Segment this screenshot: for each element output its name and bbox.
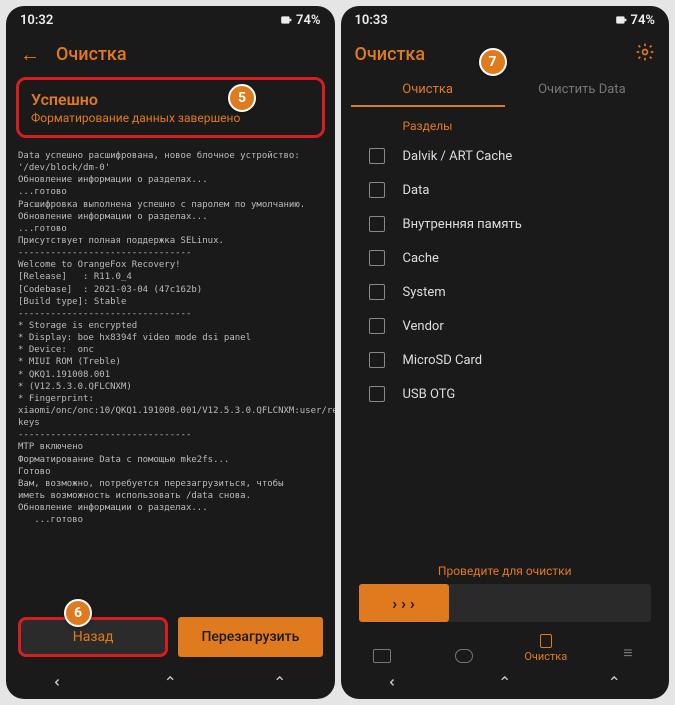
list-item[interactable]: System xyxy=(359,275,652,309)
back-button[interactable]: Назад xyxy=(18,617,168,657)
annotation-badge-5: 5 xyxy=(228,84,256,112)
reboot-button[interactable]: Перезагрузить xyxy=(178,617,322,657)
bottom-tab-menu[interactable]: ≡ xyxy=(598,643,658,663)
page-title: Очистка xyxy=(56,44,127,65)
gear-icon[interactable] xyxy=(635,42,655,66)
nav-home-icon[interactable]: ⌃ xyxy=(164,673,177,692)
nav-menu-icon[interactable]: ⌄ xyxy=(386,675,405,688)
swipe-slider[interactable]: › › › xyxy=(359,584,652,622)
checkbox-icon[interactable] xyxy=(369,318,385,334)
chevron-right-icon: › xyxy=(410,594,415,613)
list-item[interactable]: Внутренняя память xyxy=(359,207,652,241)
page-title: Очистка xyxy=(355,44,426,65)
swipe-handle[interactable]: › › › xyxy=(359,584,449,622)
status-time: 10:33 xyxy=(355,13,388,28)
checkbox-icon[interactable] xyxy=(369,216,385,232)
checkbox-icon[interactable] xyxy=(369,148,385,164)
phone-left: 10:32 74% ← Очистка 5 Успешно Форматиров… xyxy=(6,6,335,699)
tab-clear-data[interactable]: Очистить Data xyxy=(505,74,659,107)
list-item[interactable]: Cache xyxy=(359,241,652,275)
terminal-output: Data успешно расшифрована, новое блочное… xyxy=(6,146,335,611)
checkbox-icon[interactable] xyxy=(369,250,385,266)
status-right: 74% xyxy=(280,13,320,28)
back-arrow-icon[interactable]: ← xyxy=(20,42,40,67)
annotation-badge-7: 7 xyxy=(479,48,507,76)
checkbox-icon[interactable] xyxy=(369,182,385,198)
list-item[interactable]: USB OTG xyxy=(359,377,652,411)
bottom-tab-clean[interactable]: Очистка xyxy=(516,634,576,663)
annotation-badge-6: 6 xyxy=(64,599,92,627)
bottom-tab-files[interactable] xyxy=(352,649,412,663)
nav-up-icon[interactable]: ⌃ xyxy=(273,673,286,692)
nav-menu-icon[interactable]: ⌄ xyxy=(51,675,70,688)
android-navbar: ⌄ ⌃ ⌃ xyxy=(6,665,335,699)
tab-clean[interactable]: Очистка xyxy=(351,74,505,107)
trash-icon xyxy=(540,634,552,648)
status-batt: 74% xyxy=(296,13,320,28)
swipe-hint: Проведите для очистки xyxy=(341,564,670,584)
statusbar: 10:32 74% xyxy=(6,6,335,34)
status-time: 10:32 xyxy=(20,13,53,28)
button-row: Назад Перезагрузить xyxy=(6,611,335,665)
nav-home-icon[interactable]: ⌃ xyxy=(498,673,511,692)
checkbox-icon[interactable] xyxy=(369,352,385,368)
checkbox-icon[interactable] xyxy=(369,284,385,300)
folder-icon xyxy=(373,649,391,663)
nav-up-icon[interactable]: ⌃ xyxy=(608,673,621,692)
bottom-nav: Очистка ≡ xyxy=(341,630,670,665)
battery-icon xyxy=(615,14,627,26)
android-navbar: ⌄ ⌃ ⌃ xyxy=(341,665,670,699)
list-item[interactable]: Data xyxy=(359,173,652,207)
success-subtitle: Форматирование данных завершено xyxy=(31,111,310,125)
partition-list: Dalvik / ART Cache Data Внутренняя памят… xyxy=(341,139,670,411)
battery-icon xyxy=(280,14,292,26)
section-label: Разделы xyxy=(341,107,670,139)
chevron-right-icon: › xyxy=(401,594,406,613)
header: ← Очистка xyxy=(6,34,335,71)
checkbox-icon[interactable] xyxy=(369,386,385,402)
success-title: Успешно xyxy=(31,90,310,109)
chevron-right-icon: › xyxy=(392,594,397,613)
phone-right: 10:33 74% 7 Очистка Очистка Очистить Dat… xyxy=(341,6,670,699)
status-right: 74% xyxy=(615,13,655,28)
menu-icon: ≡ xyxy=(623,643,632,663)
cloud-icon xyxy=(455,649,473,663)
bottom-tab-cloud[interactable] xyxy=(434,649,494,663)
tabs: Очистка Очистить Data xyxy=(341,70,670,107)
success-banner: Успешно Форматирование данных завершено xyxy=(16,77,325,138)
status-batt: 74% xyxy=(631,13,655,28)
list-item[interactable]: Vendor xyxy=(359,309,652,343)
list-item[interactable]: Dalvik / ART Cache xyxy=(359,139,652,173)
list-item[interactable]: MicroSD Card xyxy=(359,343,652,377)
statusbar: 10:33 74% xyxy=(341,6,670,34)
